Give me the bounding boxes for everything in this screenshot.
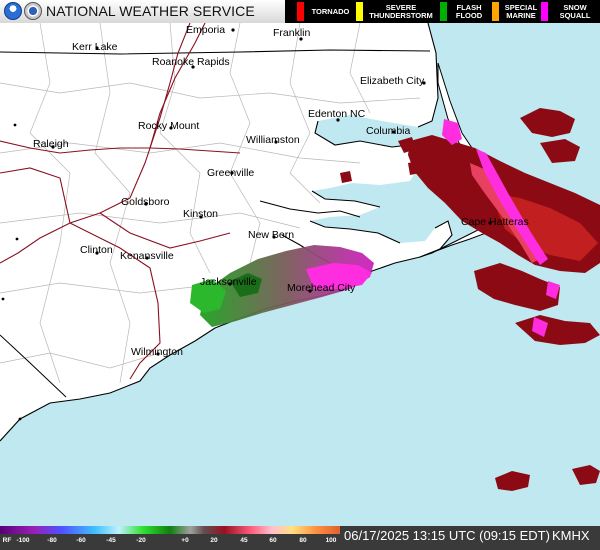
snow-squall-swatch [541, 2, 548, 21]
legend-flash-flood: FLASH FLOOD [440, 0, 490, 23]
city-label: Edenton NC [308, 108, 366, 120]
colorbar-scale: RF -100 -80 -60 -45 -20 +0 20 45 60 80 1… [0, 535, 340, 550]
scale-prefix-label: RF [2, 537, 12, 544]
city-label: Columbia [366, 125, 411, 137]
city-label: Franklin [273, 27, 311, 39]
nws-logo-icon [24, 2, 42, 20]
legend-flash-flood-label: FLASH FLOOD [455, 2, 483, 20]
scale-tick: 60 [269, 537, 277, 544]
header-bar: NATIONAL WEATHER SERVICE TORNADO SEVERE … [0, 0, 600, 23]
city-label: Jacksonville [200, 276, 257, 288]
scale-tick: -45 [106, 537, 116, 544]
special-marine-swatch [492, 2, 499, 21]
scale-tick: -20 [136, 537, 146, 544]
page-title: NATIONAL WEATHER SERVICE [46, 3, 255, 19]
reflectivity-colorbar [0, 526, 340, 534]
legend-snow-squall: SNOW SQUALL [541, 0, 600, 23]
scale-tick: 20 [210, 537, 218, 544]
scale-tick: 100 [325, 537, 337, 544]
radar-map[interactable]: Emporia Franklin Kerr Lake Roanoke Rapid… [0, 23, 600, 526]
nws-brand: NATIONAL WEATHER SERVICE [0, 0, 285, 23]
radar-timestamp: 06/17/2025 13:15 UTC (09:15 EDT) [344, 528, 550, 543]
flash-flood-swatch [440, 2, 447, 21]
city-label: Kerr Lake [72, 41, 118, 53]
city-label: Raleigh [33, 138, 69, 150]
scale-tick: +0 [181, 537, 189, 544]
scale-tick: -80 [47, 537, 57, 544]
legend-snow-squall-label: SNOW SQUALL [559, 2, 591, 20]
severe-thunderstorm-swatch [356, 2, 363, 21]
scale-tick: -100 [16, 537, 30, 544]
city-label: Morehead City [287, 282, 356, 294]
scale-tick: -60 [76, 537, 86, 544]
noaa-logo-icon [4, 2, 22, 20]
city-label: Elizabeth City [360, 75, 425, 87]
scale-tick: 80 [299, 537, 307, 544]
city-label: Wilmington [131, 346, 183, 358]
tornado-swatch [297, 2, 304, 21]
legend-severe-thunderstorm: SEVERE THUNDERSTORM [356, 0, 438, 23]
city-label: Greenville [207, 167, 254, 179]
scale-tick: 45 [240, 537, 248, 544]
city-label: Roanoke Rapids [152, 56, 230, 68]
legend-tornado-label: TORNADO [311, 6, 350, 16]
city-label: Emporia [186, 24, 225, 36]
city-label: Clinton [80, 244, 113, 256]
city-label: Cape Hatteras [461, 216, 529, 228]
city-label: Kenansville [120, 250, 174, 262]
city-label: New Bern [248, 229, 294, 241]
city-label: Rocky Mount [138, 120, 199, 132]
city-label: Williamston [246, 134, 300, 146]
radar-station-id: KMHX [552, 528, 590, 543]
city-label: Kinston [183, 208, 218, 220]
legend-special-marine: SPECIAL MARINE [492, 0, 540, 23]
legend-tornado: TORNADO [297, 0, 355, 23]
legend-severe-thunderstorm-label: SEVERE THUNDERSTORM [369, 2, 433, 20]
city-label: Goldsboro [121, 196, 170, 208]
legend-special-marine-label: SPECIAL MARINE [504, 2, 538, 20]
